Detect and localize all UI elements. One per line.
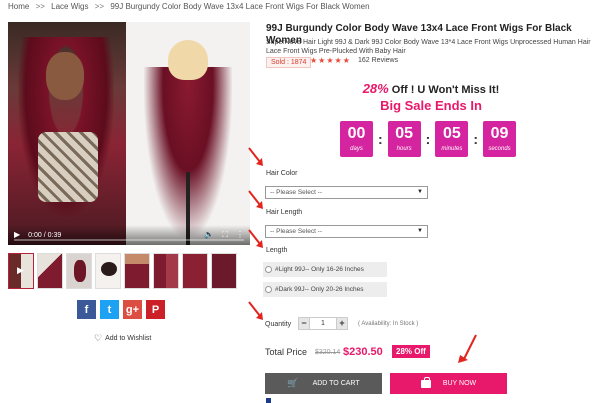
more-icon[interactable]: ⋮ [236, 231, 244, 239]
thumbnail-image[interactable] [95, 253, 121, 289]
buy-now-button[interactable]: BUY NOW [390, 373, 507, 394]
countdown-hours: 05 hours [387, 121, 421, 157]
video-time: 0:00 / 0:39 [28, 231, 62, 239]
radio-icon [265, 286, 272, 293]
breadcrumb-home[interactable]: Home [8, 2, 29, 11]
promo-percent: 28% [362, 81, 389, 96]
dropdown-caret-icon: ▼ [417, 189, 423, 195]
fullscreen-icon[interactable]: ⛶ [222, 231, 228, 239]
sold-count-badge: Sold : 1874 [266, 57, 312, 68]
length-label: Length [266, 247, 288, 254]
quantity-input[interactable]: 1 [310, 317, 336, 330]
promo-text: Off ! U Won't Miss It! [388, 84, 500, 96]
quantity-decrease-button[interactable]: − [298, 317, 310, 330]
checkbox-partial[interactable] [266, 398, 271, 403]
video-frame-mannequin [126, 22, 250, 245]
radio-icon [265, 266, 272, 273]
countdown-minutes: 05 minutes [435, 121, 469, 157]
video-progress-bar[interactable] [14, 239, 244, 241]
sale-price: $230.50 [343, 346, 383, 358]
hair-color-select[interactable]: -- Please Select -- ▼ [265, 186, 428, 199]
countdown-timer: 00 days : 05 hours : 05 minutes : 09 seconds [340, 121, 517, 157]
total-price-label: Total Price [265, 347, 308, 357]
breadcrumb-separator: >> [94, 2, 105, 11]
breadcrumb-current: 99J Burgundy Color Body Wave 13x4 Lace F… [110, 2, 370, 11]
thumbnail-image[interactable] [66, 253, 92, 289]
volume-icon[interactable]: 🔈 [204, 231, 214, 239]
thumbnail-video[interactable]: ▶ [8, 253, 34, 289]
bag-icon [420, 376, 431, 388]
cart-icon: 🛒 [287, 378, 299, 388]
product-subtitle: SuperNova Hair Light 99J & Dark 99J Colo… [266, 39, 591, 55]
hair-length-select[interactable]: -- Please Select -- ▼ [265, 225, 428, 238]
add-to-cart-button[interactable]: 🛒 ADD TO CART [265, 373, 382, 394]
thumbnail-strip: ▶ [8, 253, 237, 289]
annotation-arrow-icon [458, 334, 477, 363]
countdown-days: 00 days [340, 121, 373, 157]
thumbnail-image[interactable] [153, 253, 179, 289]
googleplus-share-button[interactable]: g+ [123, 300, 142, 319]
hair-length-label: Hair Length [266, 209, 303, 216]
video-controls: ▶ 0:00 / 0:39 🔈 ⛶ ⋮ [8, 225, 250, 245]
annotation-arrow-icon [248, 229, 263, 248]
quantity-increase-button[interactable]: + [336, 317, 348, 330]
thumbnail-image[interactable] [37, 253, 63, 289]
countdown-seconds: 09 seconds [483, 121, 517, 157]
annotation-arrow-icon [248, 190, 263, 209]
length-option-light[interactable]: #Light 99J-- Only 16-26 Inches [263, 262, 387, 277]
breadcrumb-lace-wigs[interactable]: Lace Wigs [51, 2, 88, 11]
quantity-label: Quantity [265, 321, 292, 328]
video-frame-model [8, 22, 126, 245]
play-icon[interactable]: ▶ [14, 231, 20, 239]
promo-headline: 28% Off ! U Won't Miss It! [266, 81, 596, 96]
breadcrumb-separator: >> [35, 2, 45, 11]
thumbnail-image[interactable] [211, 253, 237, 289]
reviews-link[interactable]: 162 Reviews [358, 57, 398, 64]
thumbnail-image[interactable] [124, 253, 150, 289]
facebook-share-button[interactable]: f [77, 300, 96, 319]
hair-color-label: Hair Color [266, 170, 298, 177]
annotation-arrow-icon [248, 301, 263, 320]
twitter-share-button[interactable]: t [100, 300, 119, 319]
thumbnail-image[interactable] [182, 253, 208, 289]
rating-stars: ★★★★★ [310, 56, 351, 65]
pinterest-share-button[interactable]: P [146, 300, 165, 319]
length-option-dark[interactable]: #Dark 99J-- Only 20-26 Inches [263, 282, 387, 297]
dropdown-caret-icon: ▼ [417, 228, 423, 234]
annotation-arrow-icon [248, 147, 263, 166]
play-icon: ▶ [17, 265, 24, 275]
heart-icon: ♡ [94, 333, 103, 343]
wishlist-label: Add to Wishlist [105, 335, 152, 342]
breadcrumb: Home >> Lace Wigs >> 99J Burgundy Color … [8, 2, 370, 11]
big-sale-heading: Big Sale Ends In [380, 98, 482, 113]
availability-text: ( Availability: In Stock ) [358, 321, 419, 327]
product-video-player[interactable]: ▶ 0:00 / 0:39 🔈 ⛶ ⋮ [8, 22, 250, 245]
share-buttons: f t g+ P [77, 300, 165, 319]
quantity-stepper: − 1 + [298, 317, 348, 330]
original-price: $320.14 [315, 349, 341, 356]
add-to-wishlist-link[interactable]: ♡ Add to Wishlist [94, 333, 151, 344]
discount-badge: 28% Off [392, 345, 430, 358]
